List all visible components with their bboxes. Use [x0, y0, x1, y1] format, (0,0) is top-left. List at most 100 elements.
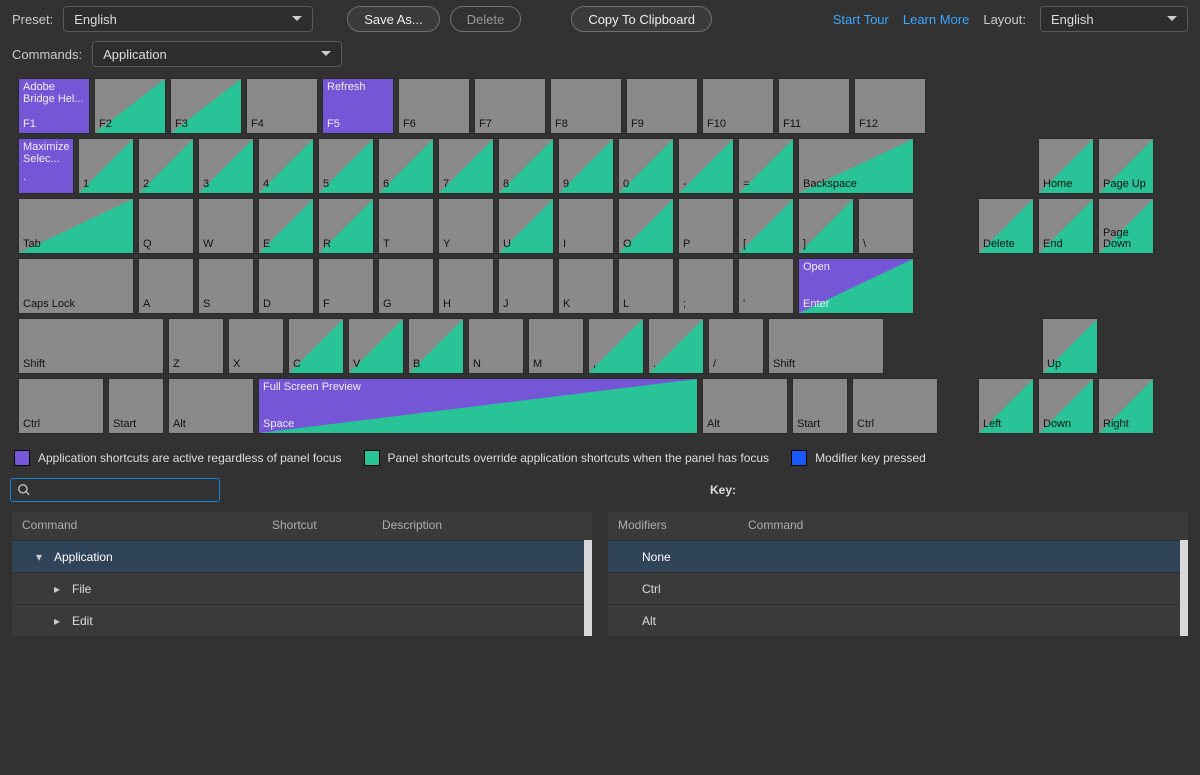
key-6[interactable]: 6	[378, 138, 434, 194]
key-w[interactable]: W	[198, 198, 254, 254]
command-row[interactable]: Application	[12, 540, 592, 572]
key-x[interactable]: X	[228, 318, 284, 374]
key-0[interactable]: 0	[618, 138, 674, 194]
key-f11[interactable]: F11	[778, 78, 850, 134]
key-alt[interactable]: Alt	[168, 378, 254, 434]
key-page-up[interactable]: Page Up	[1098, 138, 1154, 194]
key-t[interactable]: T	[378, 198, 434, 254]
modifier-row[interactable]: None	[608, 540, 1188, 572]
key-e[interactable]: E	[258, 198, 314, 254]
key-u[interactable]: U	[498, 198, 554, 254]
key-bottom-label: F11	[783, 119, 845, 131]
key-v[interactable]: V	[348, 318, 404, 374]
key-down[interactable]: Down	[1038, 378, 1094, 434]
commands-dropdown[interactable]: Application	[92, 41, 342, 67]
key-start[interactable]: Start	[792, 378, 848, 434]
key--[interactable]: '	[738, 258, 794, 314]
key-8[interactable]: 8	[498, 138, 554, 194]
key-3[interactable]: 3	[198, 138, 254, 194]
key-f4[interactable]: F4	[246, 78, 318, 134]
key--[interactable]: [	[738, 198, 794, 254]
key-home[interactable]: Home	[1038, 138, 1094, 194]
key-tab[interactable]: Tab	[18, 198, 134, 254]
key-r[interactable]: R	[318, 198, 374, 254]
key-end[interactable]: End	[1038, 198, 1094, 254]
key-f8[interactable]: F8	[550, 78, 622, 134]
key-s[interactable]: S	[198, 258, 254, 314]
modifier-row[interactable]: Alt	[608, 604, 1188, 636]
key-alt[interactable]: Alt	[702, 378, 788, 434]
key-p[interactable]: P	[678, 198, 734, 254]
key-4[interactable]: 4	[258, 138, 314, 194]
key-enter[interactable]: OpenEnter	[798, 258, 914, 314]
command-row[interactable]: Edit	[12, 604, 592, 636]
scrollbar[interactable]	[584, 540, 592, 636]
key-f12[interactable]: F12	[854, 78, 926, 134]
key-page-down[interactable]: Page Down	[1098, 198, 1154, 254]
key-up[interactable]: Up	[1042, 318, 1098, 374]
delete-button[interactable]: Delete	[450, 6, 522, 32]
key--[interactable]: ;	[678, 258, 734, 314]
key-f5[interactable]: RefreshF5	[322, 78, 394, 134]
key-space[interactable]: Full Screen PreviewSpace	[258, 378, 698, 434]
key-start[interactable]: Start	[108, 378, 164, 434]
key-f2[interactable]: F2	[94, 78, 166, 134]
key-f10[interactable]: F10	[702, 78, 774, 134]
key--[interactable]: =	[738, 138, 794, 194]
search-input[interactable]	[37, 483, 207, 498]
key-h[interactable]: H	[438, 258, 494, 314]
key-j[interactable]: J	[498, 258, 554, 314]
key-backspace[interactable]: Backspace	[798, 138, 914, 194]
key-2[interactable]: 2	[138, 138, 194, 194]
key-left[interactable]: Left	[978, 378, 1034, 434]
key-d[interactable]: D	[258, 258, 314, 314]
key-caps-lock[interactable]: Caps Lock	[18, 258, 134, 314]
key-c[interactable]: C	[288, 318, 344, 374]
key-g[interactable]: G	[378, 258, 434, 314]
key-y[interactable]: Y	[438, 198, 494, 254]
key-right[interactable]: Right	[1098, 378, 1154, 434]
start-tour-link[interactable]: Start Tour	[833, 12, 889, 27]
key-o[interactable]: O	[618, 198, 674, 254]
key-f[interactable]: F	[318, 258, 374, 314]
learn-more-link[interactable]: Learn More	[903, 12, 969, 27]
key--[interactable]: Maximize Selec...`	[18, 138, 74, 194]
key-n[interactable]: N	[468, 318, 524, 374]
key--[interactable]: /	[708, 318, 764, 374]
copy-clipboard-button[interactable]: Copy To Clipboard	[571, 6, 712, 32]
key-7[interactable]: 7	[438, 138, 494, 194]
key-z[interactable]: Z	[168, 318, 224, 374]
key-f7[interactable]: F7	[474, 78, 546, 134]
key-l[interactable]: L	[618, 258, 674, 314]
save-as-button[interactable]: Save As...	[347, 6, 440, 32]
preset-dropdown[interactable]: English	[63, 6, 313, 32]
command-row[interactable]: File	[12, 572, 592, 604]
key-m[interactable]: M	[528, 318, 584, 374]
key-shift[interactable]: Shift	[18, 318, 164, 374]
key--[interactable]: ]	[798, 198, 854, 254]
key--[interactable]: \	[858, 198, 914, 254]
key-f9[interactable]: F9	[626, 78, 698, 134]
key--[interactable]: ,	[588, 318, 644, 374]
key-ctrl[interactable]: Ctrl	[852, 378, 938, 434]
key-9[interactable]: 9	[558, 138, 614, 194]
key-b[interactable]: B	[408, 318, 464, 374]
key-ctrl[interactable]: Ctrl	[18, 378, 104, 434]
key-shift[interactable]: Shift	[768, 318, 884, 374]
key-5[interactable]: 5	[318, 138, 374, 194]
key-f1[interactable]: Adobe Bridge Hel...F1	[18, 78, 90, 134]
key-f6[interactable]: F6	[398, 78, 470, 134]
key-q[interactable]: Q	[138, 198, 194, 254]
key--[interactable]: -	[678, 138, 734, 194]
search-input-wrap[interactable]	[10, 478, 220, 502]
key--[interactable]: .	[648, 318, 704, 374]
key-a[interactable]: A	[138, 258, 194, 314]
key-1[interactable]: 1	[78, 138, 134, 194]
modifier-row[interactable]: Ctrl	[608, 572, 1188, 604]
key-k[interactable]: K	[558, 258, 614, 314]
scrollbar[interactable]	[1180, 540, 1188, 636]
key-f3[interactable]: F3	[170, 78, 242, 134]
key-i[interactable]: I	[558, 198, 614, 254]
layout-dropdown[interactable]: English	[1040, 6, 1188, 32]
key-delete[interactable]: Delete	[978, 198, 1034, 254]
